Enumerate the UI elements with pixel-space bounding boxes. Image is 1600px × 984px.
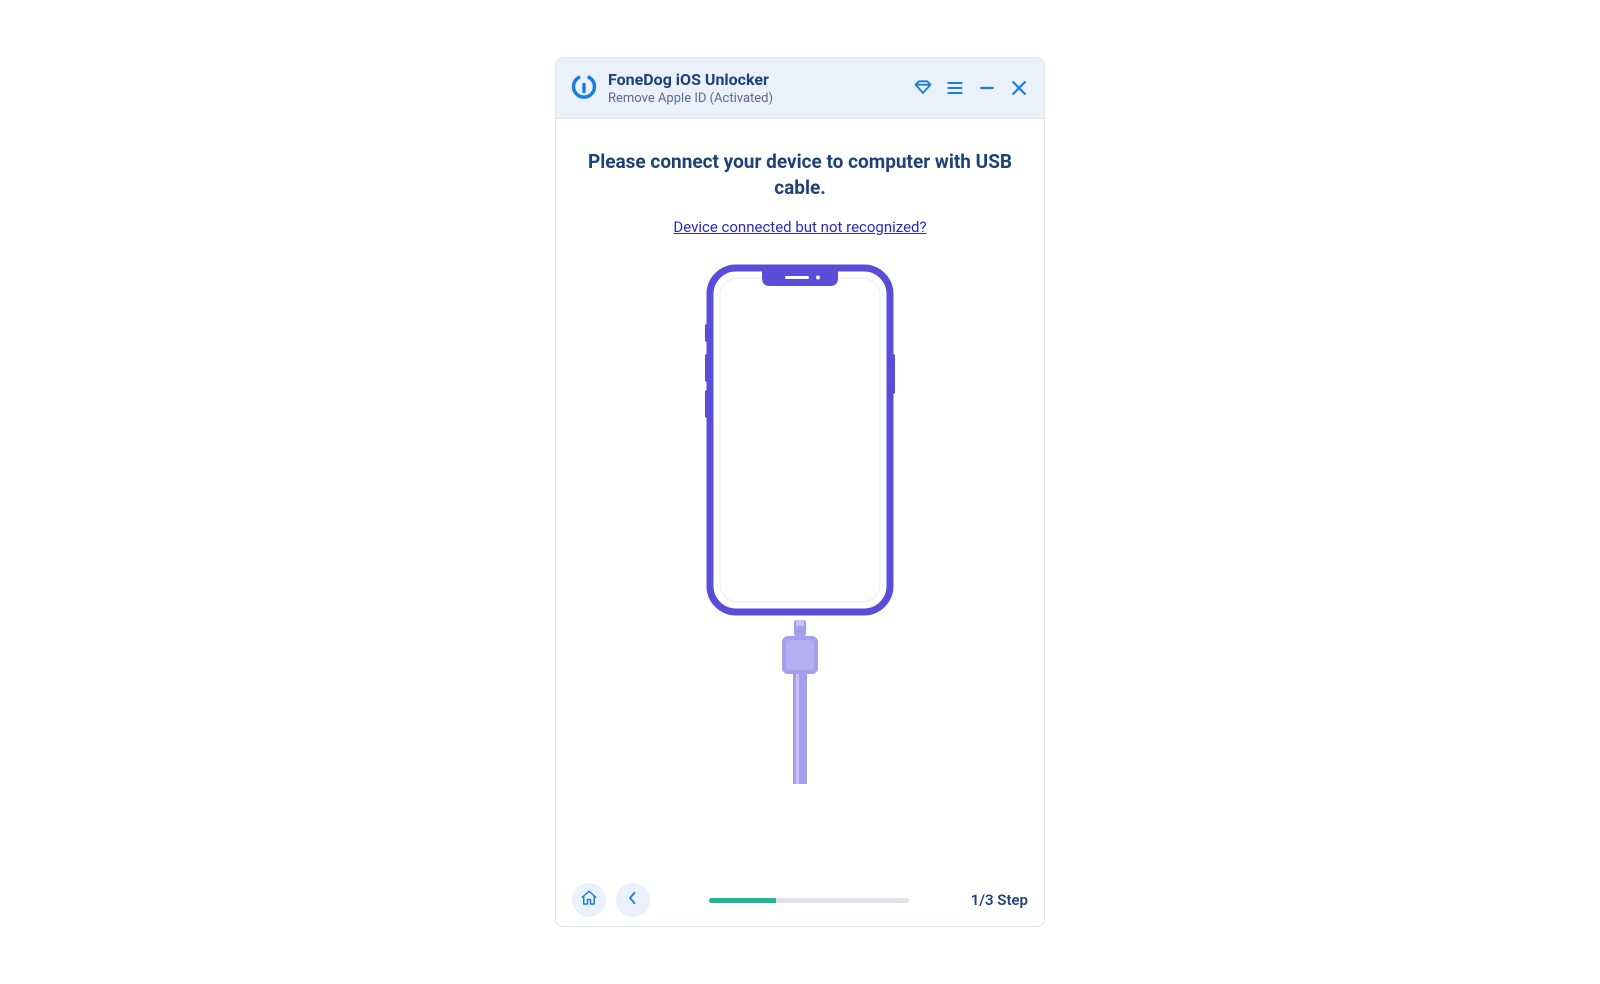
step-label: 1/3 Step	[968, 891, 1028, 909]
app-title: FoneDog iOS Unlocker	[608, 70, 773, 89]
back-button[interactable]	[616, 883, 650, 917]
instruction-text: Please connect your device to computer w…	[585, 149, 1015, 200]
minimize-icon[interactable]	[976, 77, 998, 99]
phone-illustration	[680, 264, 920, 784]
progress-bar	[709, 898, 909, 903]
footer: 1/3 Step	[556, 874, 1044, 926]
window-controls	[912, 77, 1030, 99]
titlebar: FoneDog iOS Unlocker Remove Apple ID (Ac…	[556, 58, 1044, 119]
progress-fill	[709, 898, 776, 903]
help-link[interactable]: Device connected but not recognized?	[673, 218, 926, 236]
close-icon[interactable]	[1008, 77, 1030, 99]
home-button[interactable]	[572, 883, 606, 917]
logo-area: FoneDog iOS Unlocker Remove Apple ID (Ac…	[570, 70, 902, 106]
menu-icon[interactable]	[944, 77, 966, 99]
chevron-left-icon	[624, 889, 642, 911]
title-text-block: FoneDog iOS Unlocker Remove Apple ID (Ac…	[608, 70, 773, 106]
app-window: FoneDog iOS Unlocker Remove Apple ID (Ac…	[555, 57, 1045, 927]
home-icon	[580, 889, 598, 911]
content-area: Please connect your device to computer w…	[556, 119, 1044, 874]
progress-area	[660, 898, 958, 903]
diamond-icon[interactable]	[912, 77, 934, 99]
app-subtitle: Remove Apple ID (Activated)	[608, 91, 773, 106]
app-logo-icon	[570, 74, 598, 102]
